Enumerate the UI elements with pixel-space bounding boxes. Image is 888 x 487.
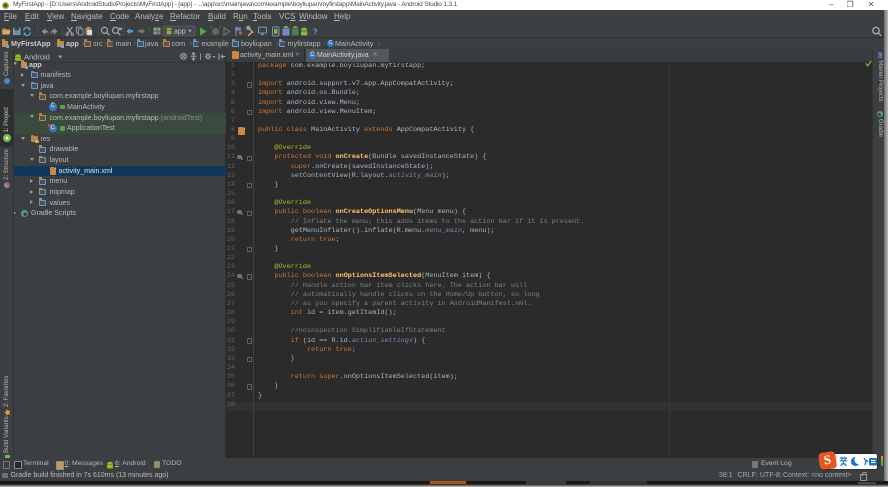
svg-text:?: ? <box>313 26 318 36</box>
svg-text:app: app <box>174 29 186 36</box>
